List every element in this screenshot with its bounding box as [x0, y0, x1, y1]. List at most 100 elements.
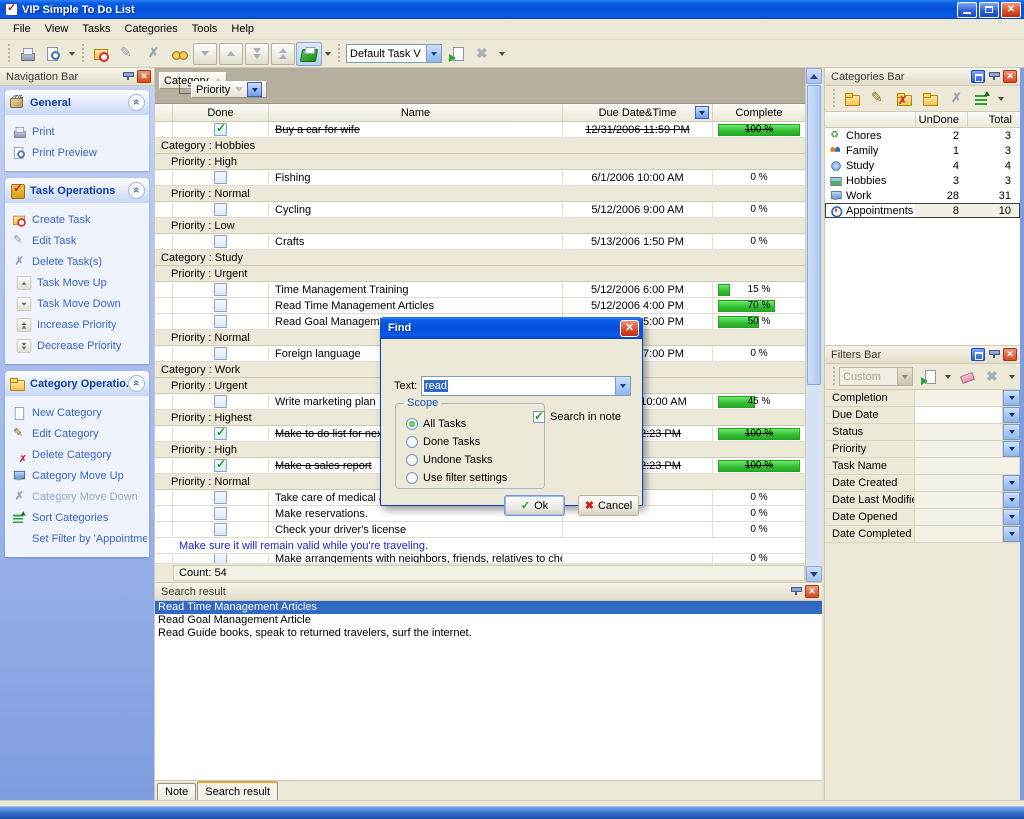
menu-item-tasks[interactable]: Tasks — [75, 21, 117, 37]
scroll-thumb[interactable] — [807, 85, 821, 385]
category-group-row[interactable]: Category : Hobbies — [155, 138, 805, 154]
sidebar-item-print[interactable]: Print — [11, 121, 147, 142]
create-task-button[interactable] — [88, 42, 114, 66]
task-checkbox[interactable] — [214, 459, 227, 472]
close-icon[interactable]: ✕ — [1003, 70, 1017, 83]
task-checkbox[interactable] — [214, 123, 227, 136]
sidebar-item-decrease-priority[interactable]: Decrease Priority — [11, 335, 147, 356]
radio-button[interactable] — [406, 472, 418, 484]
sidebar-item-print-preview[interactable]: Print Preview — [11, 142, 147, 163]
sidebar-item-task-move-down[interactable]: Task Move Down — [11, 293, 147, 314]
close-icon[interactable]: ✕ — [805, 585, 819, 598]
task-checkbox[interactable] — [214, 283, 227, 296]
sidebar-item-edit-task[interactable]: Edit Task — [11, 230, 147, 251]
scope-option-use-filter-settings[interactable]: Use filter settings — [406, 472, 507, 484]
category-row-work[interactable]: Work2831 — [825, 188, 1020, 203]
find-text-combo[interactable]: read — [421, 376, 631, 396]
combo-dropdown-button[interactable] — [897, 368, 912, 385]
close-icon[interactable]: ✕ — [137, 70, 151, 83]
radio-button[interactable] — [406, 454, 418, 466]
table-row[interactable]: Check your driver's license0 % — [155, 522, 805, 538]
priority-group-row[interactable]: Priority : High — [155, 154, 805, 170]
priority-group-row[interactable]: Priority : Low — [155, 218, 805, 234]
decrease-priority-button[interactable] — [245, 43, 269, 65]
task-checkbox[interactable] — [214, 507, 227, 520]
sidebar-item-delete-category[interactable]: Delete Category — [11, 444, 147, 465]
category-group-row[interactable]: Category : Study — [155, 250, 805, 266]
categories-options-caret[interactable] — [998, 97, 1004, 101]
undone-header[interactable]: UnDone — [916, 112, 968, 127]
filter-value[interactable] — [915, 492, 1003, 508]
nav-section-header[interactable]: Task Operations« — [5, 178, 149, 203]
restore-button[interactable] — [979, 2, 999, 18]
filter-value[interactable] — [915, 475, 1003, 491]
task-checkbox[interactable] — [214, 427, 227, 440]
table-row[interactable]: Read Time Management Articles5/12/2006 4… — [155, 298, 805, 314]
collapse-chevron-icon[interactable]: « — [128, 182, 145, 199]
close-button[interactable]: ✕ — [1001, 2, 1021, 18]
filter-value[interactable] — [915, 441, 1003, 457]
sort-categories-button[interactable] — [969, 87, 995, 111]
combo-dropdown-button[interactable] — [426, 45, 441, 62]
cancel-button[interactable]: ✖ Cancel — [578, 495, 639, 516]
task-checkbox[interactable] — [214, 491, 227, 504]
task-move-up-button[interactable] — [219, 43, 243, 65]
filter-value[interactable] — [915, 509, 1003, 525]
radio-button[interactable] — [406, 436, 418, 448]
search-in-note-option[interactable]: Search in note — [533, 411, 621, 423]
menu-item-categories[interactable]: Categories — [118, 21, 185, 37]
task-checkbox[interactable] — [214, 395, 227, 408]
filter-dropdown-button[interactable] — [1003, 441, 1020, 457]
scope-option-done-tasks[interactable]: Done Tasks — [406, 436, 480, 448]
menu-item-tools[interactable]: Tools — [185, 21, 225, 37]
filter-dropdown-button[interactable] — [1003, 390, 1020, 406]
collapse-chevron-icon[interactable]: « — [128, 94, 145, 111]
sidebar-item-delete-task-s-[interactable]: Delete Task(s) — [11, 251, 147, 272]
pin-icon[interactable] — [987, 348, 1001, 361]
category-row-chores[interactable]: Chores23 — [825, 128, 1020, 143]
category-name-header[interactable] — [825, 112, 916, 127]
groupby-priority-box[interactable]: Priority — [191, 81, 267, 98]
filter-dropdown-button[interactable] — [1003, 492, 1020, 508]
filter-dropdown-button[interactable] — [1003, 424, 1020, 440]
category-move-up-button[interactable] — [917, 87, 943, 111]
scroll-up-button[interactable] — [806, 68, 822, 84]
sidebar-item-edit-category[interactable]: Edit Category — [11, 423, 147, 444]
task-checkbox[interactable] — [214, 203, 227, 216]
apply-filter-caret[interactable] — [945, 375, 951, 379]
task-checkbox[interactable] — [214, 171, 227, 184]
clear-filter-button[interactable] — [980, 365, 1006, 389]
apply-filter-button[interactable] — [444, 42, 470, 66]
minimize-button[interactable] — [957, 2, 977, 18]
menu-item-view[interactable]: View — [38, 21, 76, 37]
priority-group-row[interactable]: Priority : Normal — [155, 186, 805, 202]
list-item[interactable]: Read Goal Management Article — [155, 614, 822, 627]
toolbar-options-caret[interactable] — [499, 52, 505, 56]
vertical-scrollbar[interactable] — [805, 68, 822, 582]
pin-icon[interactable] — [987, 70, 1001, 83]
search-in-note-checkbox[interactable] — [533, 411, 545, 423]
edit-category-button[interactable] — [865, 87, 891, 111]
radio-button[interactable] — [406, 418, 418, 430]
tab-note[interactable]: Note — [157, 783, 196, 800]
table-row[interactable]: Buy a car for wife12/31/2006 11:59 PM100… — [155, 122, 805, 138]
ok-button[interactable]: ✓ Ok — [504, 495, 565, 516]
filter-dropdown-button[interactable] — [1003, 526, 1020, 542]
menu-item-file[interactable]: File — [6, 21, 38, 37]
sidebar-item-create-task[interactable]: Create Task — [11, 209, 147, 230]
table-row[interactable]: Make reservations.0 % — [155, 506, 805, 522]
list-item[interactable]: Read Guide books, speak to returned trav… — [155, 627, 822, 640]
delete-task-button[interactable] — [140, 42, 166, 66]
restore-panel-icon[interactable] — [971, 70, 985, 83]
filters-options-caret[interactable] — [1009, 375, 1015, 379]
print-preview-button[interactable] — [40, 42, 66, 66]
total-header[interactable]: Total — [968, 112, 1020, 127]
table-row[interactable]: Fishing6/1/2006 10:00 AM0 % — [155, 170, 805, 186]
nav-section-header[interactable]: General« — [5, 90, 149, 115]
clear-filter-button[interactable] — [470, 42, 496, 66]
find-button[interactable] — [166, 42, 192, 66]
increase-priority-button[interactable] — [271, 43, 295, 65]
find-dialog-close-button[interactable]: ✕ — [620, 320, 639, 337]
filter-value[interactable] — [915, 390, 1003, 406]
scroll-track[interactable] — [806, 386, 822, 566]
